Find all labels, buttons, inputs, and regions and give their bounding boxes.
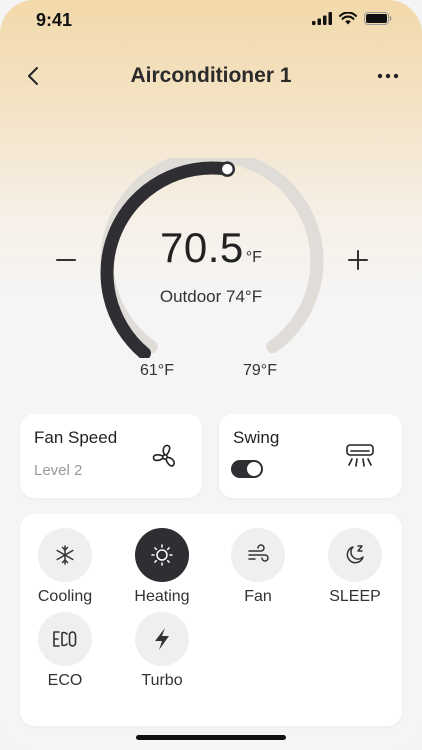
mode-heating-label: Heating [134,588,190,605]
mode-fan-circle [231,528,285,582]
page-title: Airconditioner 1 [130,64,292,87]
mode-turbo[interactable]: Turbo [122,612,202,690]
mode-sleep[interactable]: SLEEP [315,528,395,606]
home-indicator [136,735,286,740]
temperature-value: 70.5 [160,224,244,271]
navigation-bar: Airconditioner 1 [0,58,422,98]
current-temperature: 70.5 °F [0,224,422,272]
mode-cooling-label: Cooling [37,588,93,605]
mode-eco-circle [38,612,92,666]
status-time: 9:41 [36,10,73,30]
battery-icon [364,12,392,25]
swing-card[interactable]: Swing [219,414,402,498]
mode-sleep-label: SLEEP [329,588,381,605]
lightning-icon [155,628,169,650]
mode-cooling[interactable]: Cooling [25,528,105,606]
mode-sleep-circle [328,528,382,582]
eco-icon [53,631,77,647]
wifi-icon [339,12,357,25]
swing-toggle-knob [247,462,261,476]
cellular-signal-icon [312,12,332,25]
more-options-icon[interactable] [374,64,402,88]
sun-icon [151,544,173,566]
mode-turbo-label: Turbo [141,672,183,689]
dial-handle[interactable] [219,161,236,177]
air-swing-icon [346,444,374,467]
mode-selector-card: Cooling Heating Fan SLEEP ECO Turbo [20,514,402,726]
moon-icon [346,545,364,564]
mode-heating[interactable]: Heating [122,528,202,606]
swing-title: Swing [233,428,280,447]
mode-heating-circle [135,528,189,582]
mode-cooling-circle [38,528,92,582]
wind-icon [248,544,269,562]
mode-fan-label: Fan [244,588,272,605]
status-bar: 9:41 [0,0,422,44]
status-icons [312,12,392,25]
outdoor-temperature: Outdoor 74°F [159,287,263,306]
fan-speed-card[interactable]: Fan Speed Level 2 [20,414,202,498]
temperature-unit: °F [245,249,262,266]
snowflake-icon [56,545,74,565]
temperature-max-label: 79°F [243,362,277,379]
temperature-min-label: 61°F [140,362,174,379]
app-screen: 9:41 Airconditioner 1 70.5 °F Outdoor 74… [0,0,422,750]
swing-toggle[interactable] [231,460,263,478]
mode-fan[interactable]: Fan [218,528,298,606]
mode-turbo-circle [135,612,189,666]
fan-icon [152,444,175,467]
mode-eco[interactable]: ECO [25,612,105,690]
mode-eco-label: ECO [47,672,83,689]
fan-speed-title: Fan Speed [34,428,118,447]
fan-speed-value: Level 2 [34,462,83,479]
